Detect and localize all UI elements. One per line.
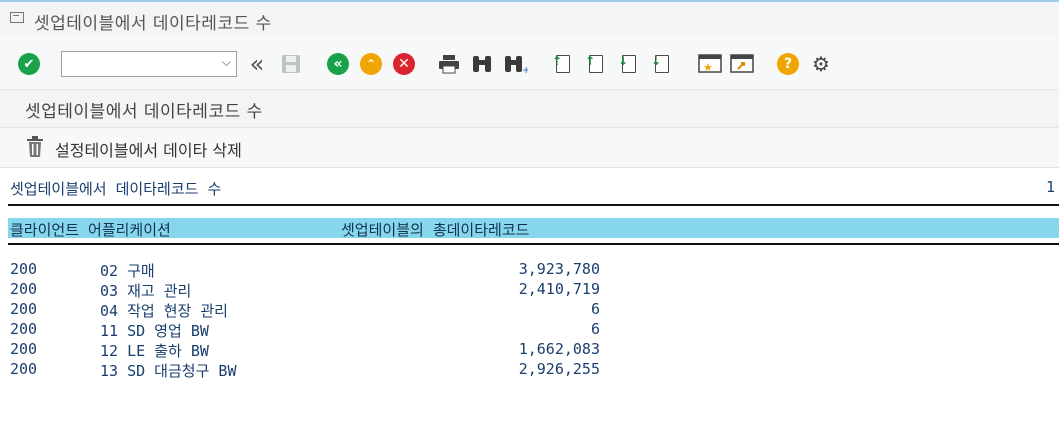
enter-button[interactable]: ✔ [18,52,40,76]
print-button[interactable] [437,52,461,76]
records-cell: 2,926,255 [518,360,600,378]
previous-page-icon: ↑ [585,54,603,73]
find-button[interactable] [469,52,495,76]
help-icon: ? [777,53,799,75]
find-next-button[interactable]: + [503,52,529,76]
svg-text:★: ★ [703,61,713,74]
records-cell: 1,662,083 [518,340,600,358]
last-page-icon: ⇣ [651,54,669,73]
settings-icon: ⚙ [812,52,830,76]
application-toolbar: 설정테이블에서 데이타 삭제 [0,128,1059,168]
last-page-button[interactable]: ⇣ [651,52,673,76]
find-icon [473,56,491,72]
window-title-bar: 셋업테이블에서 데이타레코드 수 [0,0,1059,36]
list-output: 셋업테이블에서 데이타레코드 수 1 클라이언트 어플리케이션 셋업테이블의 총… [0,168,1059,425]
previous-page-button[interactable]: ↑ [585,52,607,76]
window-menu-icon[interactable] [10,12,24,23]
window-title: 셋업테이블에서 데이타레코드 수 [34,14,272,34]
back-icon: « [327,53,349,75]
application-cell: 04 작업 현장 관리 [100,302,228,320]
svg-text:+: + [522,65,528,74]
command-field[interactable]: ⌵ [61,51,237,77]
chevron-down-icon[interactable]: ⌵ [222,55,231,70]
records-cell: 6 [590,300,600,318]
save-icon [282,55,300,73]
header-divider [8,243,1059,245]
customize-layout-button[interactable]: ⚙ [808,52,834,76]
first-page-button[interactable]: ⇡ [552,52,574,76]
shortcut-button[interactable] [729,52,755,76]
cancel-icon: ✕ [393,53,415,75]
records-cell: 2,410,719 [518,280,600,298]
print-icon [439,55,459,74]
table-row[interactable]: 200 13 SD 대금청구 BW 2,926,255 [0,360,1059,380]
double-chevron-left-icon: « [249,50,265,78]
application-cell: 02 구매 [100,262,155,280]
table-row[interactable]: 200 03 재고 관리 2,410,719 [0,280,1059,300]
find-next-icon: + [505,56,528,74]
save-button[interactable] [279,52,303,76]
exit-icon: ⌃ [360,53,382,75]
exit-button[interactable]: ⌃ [360,52,382,76]
collapse-command-button[interactable]: « [245,50,269,78]
next-page-button[interactable]: ↓ [618,52,640,76]
records-cell: 3,923,780 [518,260,600,278]
application-title-bar: 셋업테이블에서 데이타레코드 수 [0,90,1059,128]
table-row[interactable]: 200 02 구매 3,923,780 [0,260,1059,280]
application-cell: 03 재고 관리 [100,282,192,300]
column-header-client-application: 클라이언트 어플리케이션 [10,221,171,239]
heading-divider [8,204,1059,206]
table-row[interactable]: 200 11 SD 영업 BW 6 [0,320,1059,340]
column-header-total-records: 셋업테이블의 총데이타레코드 [341,221,530,239]
records-cell: 6 [590,320,600,338]
client-cell: 200 [10,300,38,318]
column-header-row: 클라이언트 어플리케이션 셋업테이블의 총데이타레코드 [8,218,1059,239]
back-button[interactable]: « [327,52,349,76]
trash-icon[interactable] [26,136,44,158]
shortcut-icon [730,54,754,73]
client-cell: 200 [10,360,38,378]
client-cell: 200 [10,340,38,358]
next-page-icon: ↓ [618,54,636,73]
table-row[interactable]: 200 04 작업 현장 관리 6 [0,300,1059,320]
create-session-button[interactable]: ★ [697,52,723,76]
application-title: 셋업테이블에서 데이타레코드 수 [25,102,263,122]
check-icon: ✔ [18,53,40,75]
help-button[interactable]: ? [777,52,799,76]
first-page-icon: ⇡ [552,54,570,73]
create-session-icon: ★ [698,54,722,74]
command-input[interactable] [66,53,220,77]
client-cell: 200 [10,260,38,278]
application-cell: 11 SD 영업 BW [100,322,209,340]
table-row[interactable]: 200 12 LE 출하 BW 1,662,083 [0,340,1059,360]
cancel-button[interactable]: ✕ [393,52,415,76]
page-number: 1 [1045,178,1055,196]
application-cell: 12 LE 출하 BW [100,342,209,360]
list-heading: 셋업테이블에서 데이타레코드 수 [10,180,222,198]
client-cell: 200 [10,280,38,298]
client-cell: 200 [10,320,38,338]
standard-toolbar: ✔ ⌵ « « ⌃ ✕ + ⇡ ↑ ↓ ⇣ ★ ? ⚙ [0,36,1059,90]
application-cell: 13 SD 대금청구 BW [100,362,237,380]
delete-setup-table-data-button[interactable]: 설정테이블에서 데이타 삭제 [55,137,242,161]
